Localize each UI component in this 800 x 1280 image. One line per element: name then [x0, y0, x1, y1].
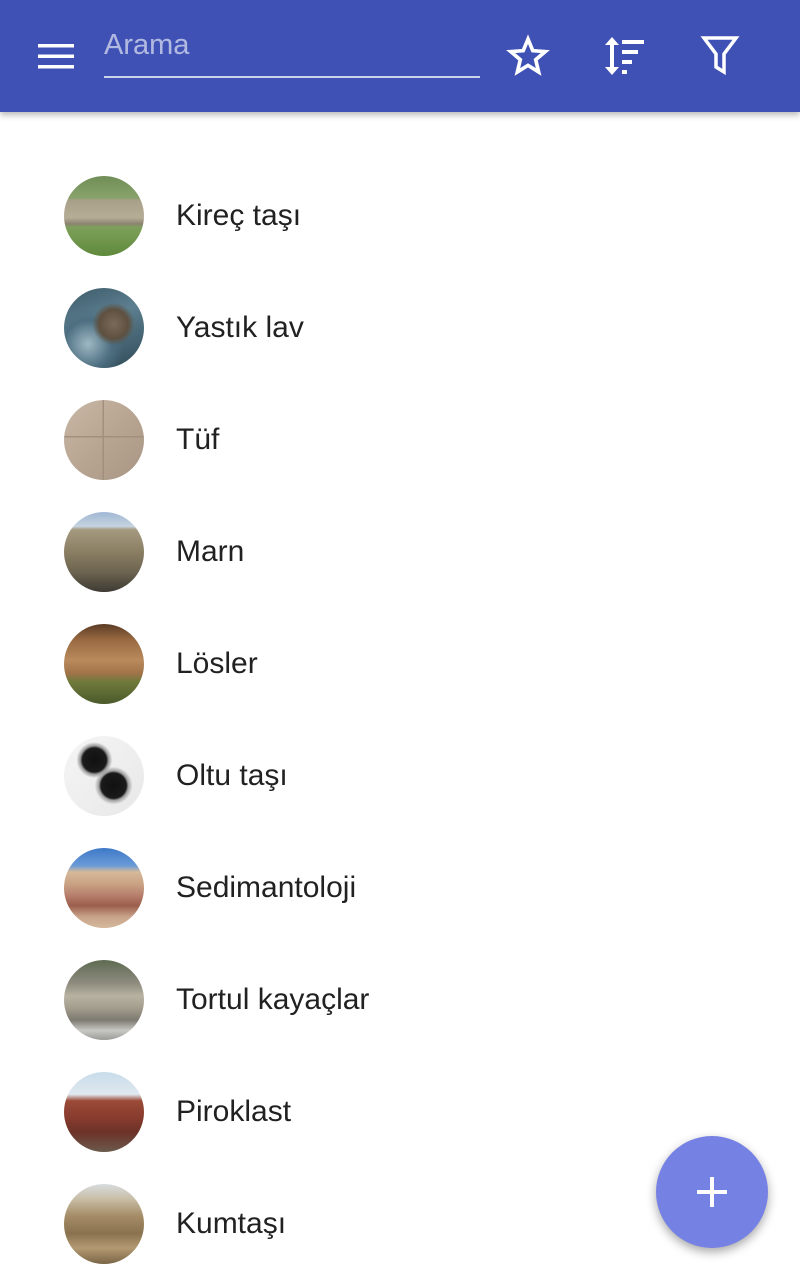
sort-button[interactable] [596, 28, 652, 84]
list-item[interactable]: Kireç taşı [0, 160, 800, 272]
filter-button[interactable] [692, 28, 748, 84]
search-field [104, 22, 480, 82]
list-item[interactable]: Tüf [0, 384, 800, 496]
list-item[interactable]: Marn [0, 496, 800, 608]
list-item[interactable]: Oltu taşı [0, 720, 800, 832]
add-button[interactable] [656, 1136, 768, 1248]
list-item-label: Oltu taşı [176, 759, 288, 792]
list-item[interactable]: Lösler [0, 608, 800, 720]
plus-icon [697, 1177, 727, 1207]
oltu-stone-thumbnail [64, 736, 144, 816]
sedimentology-thumbnail [64, 848, 144, 928]
list-item-label: Tüf [176, 423, 220, 456]
sedimentary-rocks-thumbnail [64, 960, 144, 1040]
list-item[interactable]: Yastık lav [0, 272, 800, 384]
pyroclast-thumbnail [64, 1072, 144, 1152]
list-item[interactable]: Tortul kayaçlar [0, 944, 800, 1056]
search-input[interactable] [104, 22, 480, 78]
rock-list: Kireç taşı Yastık lav Tüf Marn Lösler Ol… [0, 160, 800, 1280]
list-item-label: Marn [176, 535, 245, 568]
limestone-thumbnail [64, 176, 144, 256]
list-item-label: Tortul kayaçlar [176, 983, 370, 1016]
marl-thumbnail [64, 512, 144, 592]
list-item-label: Kireç taşı [176, 199, 302, 232]
favorites-button[interactable] [500, 28, 556, 84]
list-item-label: Kumtaşı [176, 1207, 287, 1240]
tuff-thumbnail [64, 400, 144, 480]
filter-icon [700, 36, 740, 76]
list-item-label: Yastık lav [176, 311, 304, 344]
list-item[interactable]: Sedimantoloji [0, 832, 800, 944]
app-bar [0, 0, 800, 112]
list-item-label: Piroklast [176, 1095, 292, 1128]
sandstone-thumbnail [64, 1184, 144, 1264]
list-item-label: Lösler [176, 647, 258, 680]
list-item-label: Sedimantoloji [176, 871, 357, 904]
menu-button[interactable] [28, 30, 84, 82]
sort-icon [605, 37, 644, 75]
pillow-lava-thumbnail [64, 288, 144, 368]
menu-icon [38, 44, 74, 69]
loess-thumbnail [64, 624, 144, 704]
star-outline-icon [506, 34, 550, 76]
